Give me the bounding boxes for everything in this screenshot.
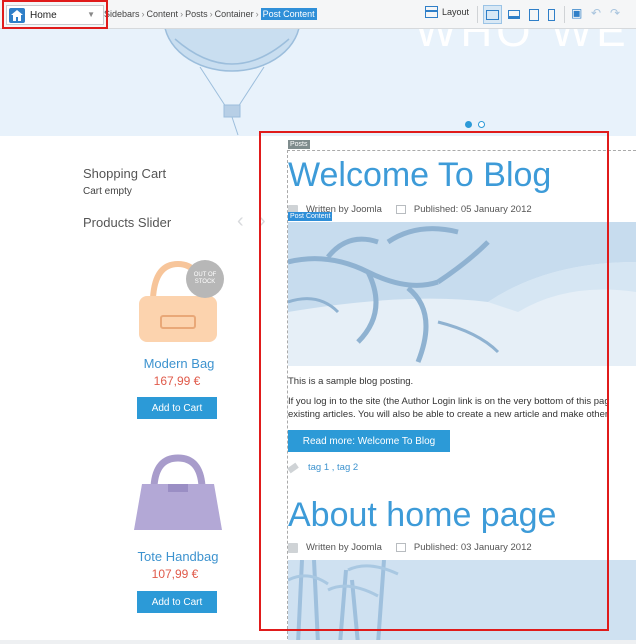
- add-to-cart-button[interactable]: Add to Cart: [137, 397, 217, 419]
- desktop-view-button[interactable]: [483, 5, 502, 24]
- product-price: 107,99 €: [151, 567, 199, 581]
- product-name[interactable]: Modern Bag: [119, 356, 239, 371]
- breadcrumb-item[interactable]: Content: [147, 9, 179, 19]
- page-select[interactable]: Home ▼: [6, 5, 104, 25]
- post-text: If you log in to the site (the Author Lo…: [288, 396, 610, 407]
- laptop-view-button[interactable]: [504, 5, 523, 24]
- slider-heading: Products Slider: [83, 215, 172, 230]
- post-content-label[interactable]: Post Content: [288, 212, 333, 221]
- post-date: Published: 05 January 2012: [413, 204, 532, 215]
- calendar-icon: [395, 543, 406, 552]
- undo-icon[interactable]: ↶: [591, 6, 601, 20]
- editor-toolbar: Home ▼ Sidebars › Content › Posts › Cont…: [0, 0, 636, 29]
- slider-prev-icon[interactable]: ‹: [237, 210, 244, 233]
- product-price: 167,99 €: [153, 374, 201, 388]
- post-date: Published: 03 January 2012: [413, 542, 532, 553]
- blog-image: [288, 560, 636, 644]
- breadcrumb: Sidebars › Content › Posts › Container ›…: [104, 8, 317, 20]
- breadcrumb-item[interactable]: Sidebars: [104, 9, 140, 19]
- post-author: Written by Joomla: [306, 542, 382, 553]
- page-select-label: Home: [30, 9, 57, 21]
- desktop-icon: [486, 9, 499, 20]
- post-text: This is a sample blog posting.: [288, 376, 414, 387]
- posts-region-label[interactable]: Posts: [288, 140, 310, 149]
- post-title[interactable]: Welcome To Blog: [288, 156, 551, 195]
- cart-heading: Shopping Cart: [83, 166, 167, 181]
- layout-label: Layout: [442, 7, 470, 17]
- redo-icon[interactable]: ↷: [610, 6, 620, 20]
- tag-icon: [287, 462, 299, 473]
- post-tags: tag 1 , tag 2: [287, 462, 358, 473]
- tablet-view-button[interactable]: [524, 5, 543, 24]
- laptop-icon: [507, 10, 520, 19]
- breadcrumb-item[interactable]: Container: [215, 9, 254, 19]
- blog-image: [288, 222, 636, 366]
- user-icon: [288, 542, 298, 553]
- tablet-icon: [528, 8, 539, 21]
- tote-handbag-image[interactable]: [132, 452, 224, 534]
- hero-title: WHO WE ARE: [415, 29, 636, 56]
- layout-button[interactable]: Layout: [425, 6, 469, 18]
- post-text: existing articles. You will also be able…: [288, 409, 609, 420]
- phone-view-button[interactable]: [542, 5, 561, 24]
- chevron-down-icon[interactable]: ▼: [87, 10, 95, 19]
- post-meta: Written by Joomla Published: 03 January …: [288, 542, 532, 553]
- breadcrumb-current[interactable]: Post Content: [260, 8, 317, 20]
- slider-next-icon[interactable]: ›: [259, 210, 266, 233]
- cart-status: Cart empty: [83, 186, 132, 197]
- home-icon: [9, 7, 25, 23]
- read-more-button[interactable]: Read more: Welcome To Blog: [288, 430, 450, 452]
- product-name[interactable]: Tote Handbag: [118, 549, 238, 564]
- slider-dot-active[interactable]: [465, 121, 472, 128]
- out-of-stock-badge: OUT OF STOCK: [186, 260, 224, 298]
- layout-icon: [425, 6, 438, 18]
- hero-banner: WHO WE ARE: [0, 29, 636, 136]
- breadcrumb-item[interactable]: Posts: [185, 9, 208, 19]
- tags-link[interactable]: tag 1 , tag 2: [308, 462, 358, 473]
- add-to-cart-button[interactable]: Add to Cart: [137, 591, 217, 613]
- post-title[interactable]: About home page: [288, 496, 556, 535]
- save-icon[interactable]: ▣: [571, 6, 582, 20]
- calendar-icon: [395, 205, 406, 214]
- slider-dot[interactable]: [478, 121, 485, 128]
- phone-icon: [548, 8, 555, 21]
